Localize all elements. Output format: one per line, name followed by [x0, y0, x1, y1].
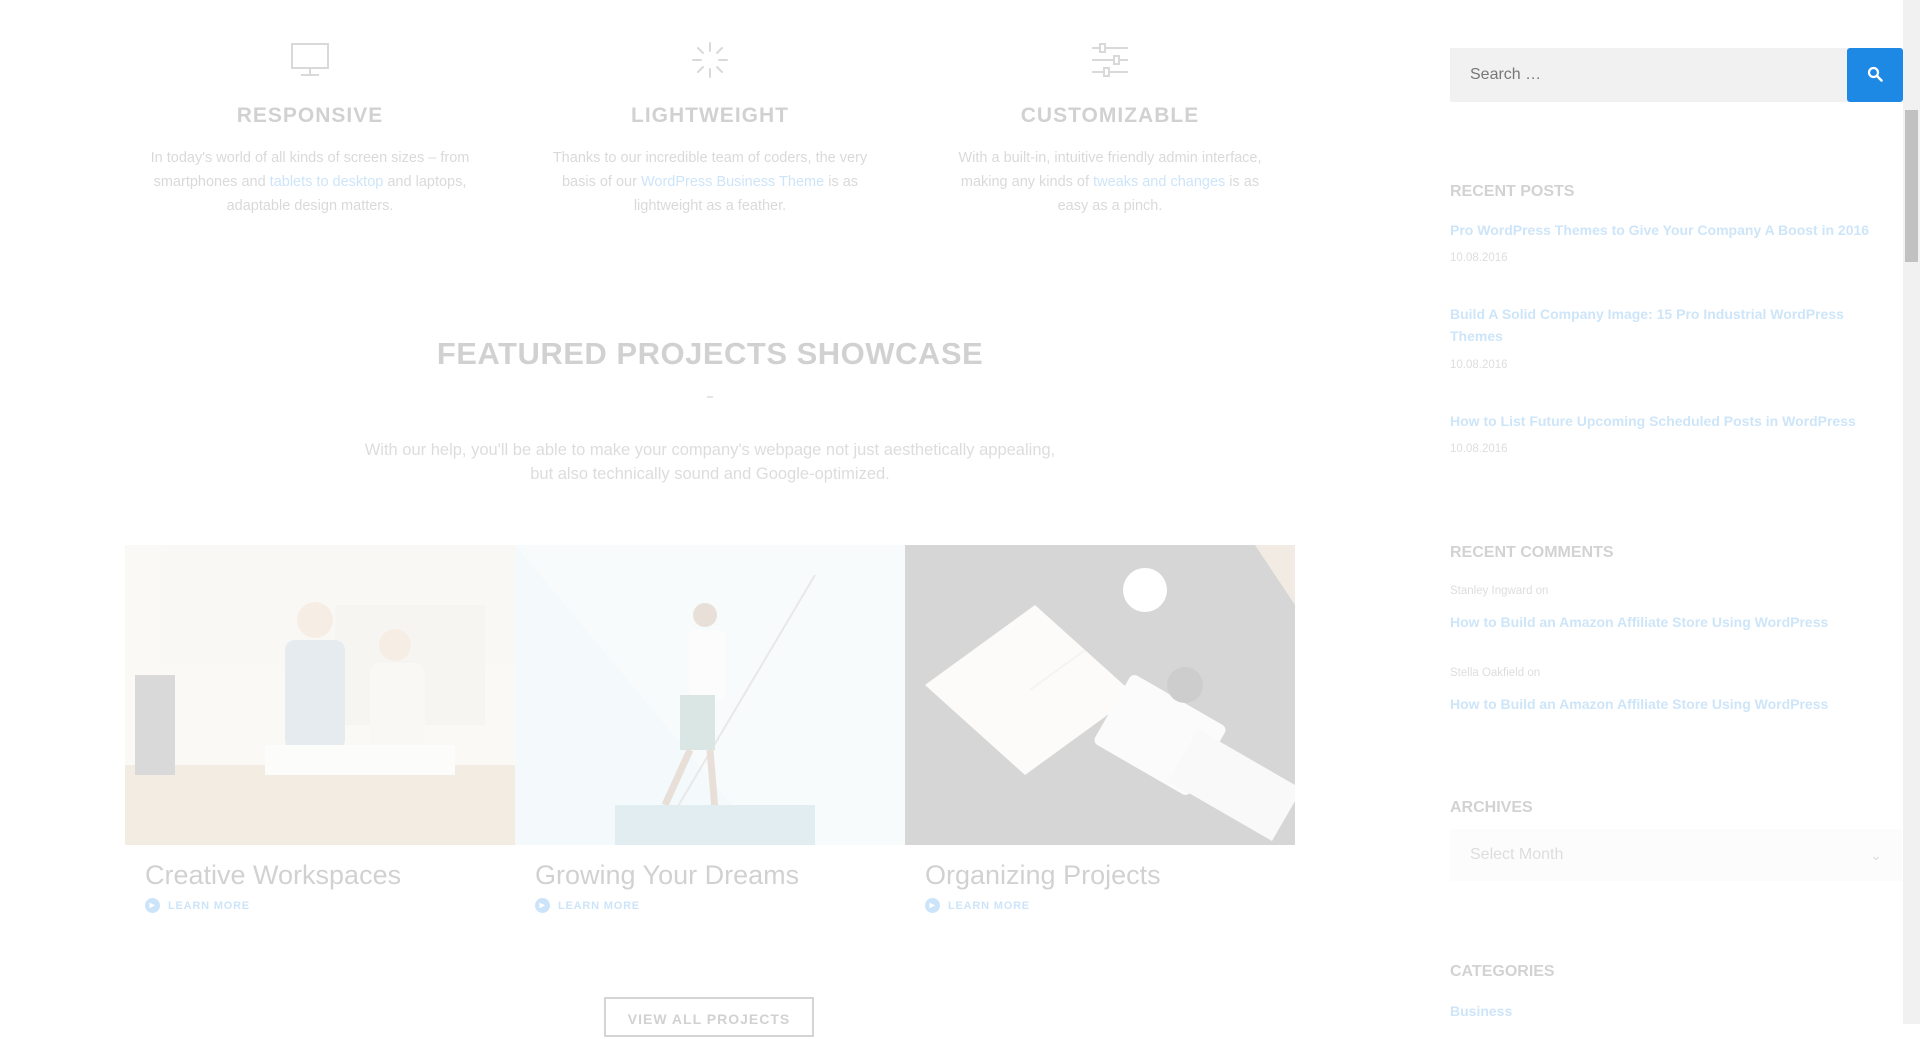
project-image-growing-your-dreams[interactable] — [515, 545, 905, 845]
showcase-title: FEATURED PROJECTS SHOWCASE — [436, 336, 984, 371]
feature-text: With a built-in, intuitive friendly admi… — [958, 150, 1262, 214]
categories-title: CATEGORIES — [1450, 963, 1555, 980]
sliders-icon — [940, 40, 1280, 80]
recent-posts-title: RECENT POSTS — [1450, 183, 1575, 200]
feature-link[interactable]: tweaks and changes — [1093, 174, 1225, 190]
view-all-projects-button[interactable]: VIEW ALL PROJECTS — [604, 997, 814, 1037]
search-icon — [1867, 66, 1883, 85]
arrow-right-icon: ▸ — [925, 898, 940, 913]
category-link[interactable]: Business — [1450, 1000, 1900, 1022]
showcase-description: With our help, you'll be able to make yo… — [364, 441, 1056, 483]
showcase-heading: FEATURED PROJECTS SHOWCASE — [0, 336, 1420, 398]
search-input[interactable] — [1450, 48, 1848, 102]
recent-post-link[interactable]: How to List Future Upcoming Scheduled Po… — [1450, 410, 1900, 432]
feature-link[interactable]: WordPress Business Theme — [641, 174, 824, 190]
archives-selected: Select Month — [1470, 846, 1564, 863]
page-scrollbar[interactable] — [1903, 0, 1920, 1024]
feature-responsive: RESPONSIVE In today's world of all kinds… — [140, 40, 480, 218]
learn-more-link[interactable]: ▸ LEARN MORE — [535, 898, 640, 913]
feature-title: LIGHTWEIGHT — [631, 104, 789, 127]
archives-title: ARCHIVES — [1450, 799, 1533, 816]
comment-post-link[interactable]: How to Build an Amazon Affiliate Store U… — [1450, 693, 1900, 715]
recent-comments-title: RECENT COMMENTS — [1450, 544, 1614, 561]
recent-post-date: 10.08.2016 — [1450, 252, 1508, 264]
recent-post-link[interactable]: Build A Solid Company Image: 15 Pro Indu… — [1450, 303, 1870, 347]
feature-title: RESPONSIVE — [236, 104, 384, 127]
arrow-right-icon: ▸ — [145, 898, 160, 913]
feature-title: CUSTOMIZABLE — [1020, 104, 1200, 127]
scrollbar-thumb[interactable] — [1905, 110, 1918, 262]
arrow-right-icon: ▸ — [535, 898, 550, 913]
recent-post-date: 10.08.2016 — [1450, 443, 1508, 455]
project-title[interactable]: Growing Your Dreams — [535, 860, 799, 891]
monitor-icon — [140, 40, 480, 80]
comment-post-link[interactable]: How to Build an Amazon Affiliate Store U… — [1450, 611, 1900, 633]
project-image-organizing-projects[interactable] — [905, 545, 1295, 845]
feature-link[interactable]: tablets to desktop — [270, 174, 384, 190]
project-title[interactable]: Organizing Projects — [925, 860, 1161, 891]
recent-post-link[interactable]: Pro WordPress Themes to Give Your Compan… — [1450, 219, 1900, 241]
project-gallery — [125, 545, 1295, 845]
feature-lightweight: LIGHTWEIGHT Thanks to our incredible tea… — [540, 40, 880, 218]
chevron-down-icon: ⌄ — [1870, 847, 1882, 863]
comment-author: Stanley Ingward on — [1450, 585, 1549, 597]
spinner-icon — [540, 40, 880, 80]
learn-more-link[interactable]: ▸ LEARN MORE — [145, 898, 250, 913]
feature-text: In today's world of all kinds of screen … — [150, 150, 470, 214]
project-title[interactable]: Creative Workspaces — [145, 860, 401, 891]
sidebar: RECENT POSTS Pro WordPress Themes to Giv… — [1450, 0, 1905, 1024]
heading-divider — [707, 396, 713, 398]
project-image-creative-workspaces[interactable] — [125, 545, 515, 845]
recent-post-date: 10.08.2016 — [1450, 359, 1508, 371]
learn-more-link[interactable]: ▸ LEARN MORE — [925, 898, 1030, 913]
feature-customizable: CUSTOMIZABLE With a built-in, intuitive … — [940, 40, 1280, 218]
search-button[interactable] — [1847, 48, 1903, 102]
feature-text: Thanks to our incredible team of coders,… — [552, 150, 868, 214]
comment-author: Stella Oakfield on — [1450, 667, 1541, 679]
search-form — [1450, 48, 1903, 102]
main-content: RESPONSIVE In today's world of all kinds… — [0, 0, 1420, 1037]
archives-dropdown[interactable]: Select Month ⌄ — [1450, 829, 1902, 881]
